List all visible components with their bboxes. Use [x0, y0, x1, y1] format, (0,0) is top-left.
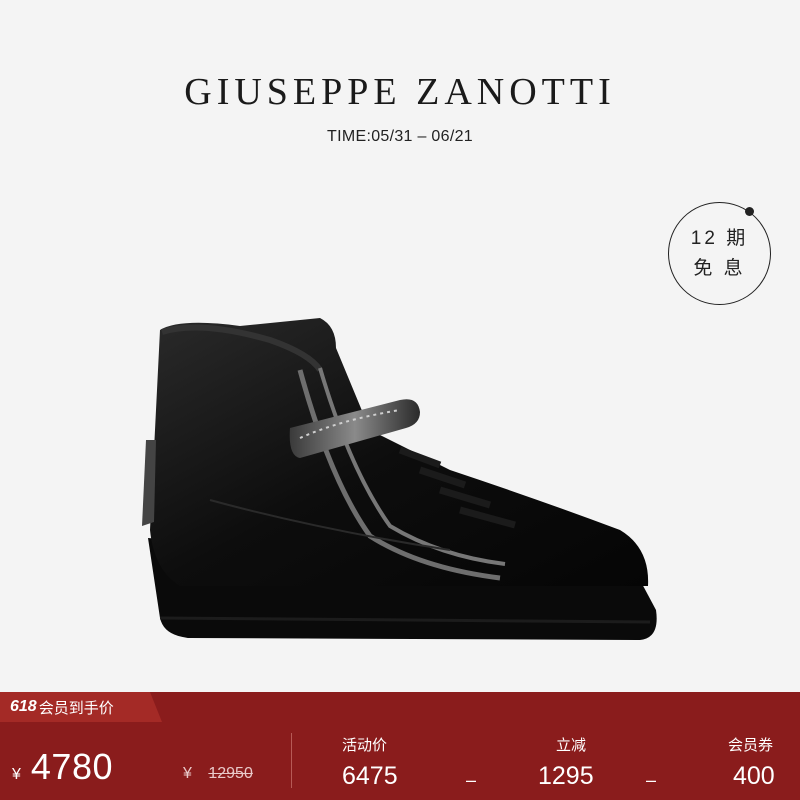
installment-line1: 12 期: [690, 227, 749, 249]
original-price: ¥ 12950: [183, 765, 253, 783]
installment-line2: 免 息: [693, 257, 746, 279]
instant-discount-label: 立减: [556, 737, 587, 754]
member-tag-number: 618: [10, 698, 37, 715]
badge-dot: [745, 207, 754, 216]
member-coupon-value: 400: [733, 762, 775, 790]
final-price-value: 4780: [30, 746, 113, 787]
member-price-tag: 618 会员到手价: [0, 692, 162, 722]
sneaker-upper: [150, 318, 649, 586]
minus-sign-1: –: [466, 770, 477, 790]
member-coupon-label: 会员券: [728, 737, 774, 754]
member-tag-text: 会员到手价: [38, 699, 114, 717]
activity-price-value: 6475: [342, 762, 398, 790]
original-price-currency: ¥: [183, 765, 192, 782]
activity-price-label: 活动价: [342, 737, 388, 754]
original-price-value: 12950: [208, 765, 253, 782]
final-price-currency: ¥: [12, 766, 21, 783]
heel-zip-pull: [142, 440, 156, 526]
installment-badge: 12 期 免 息: [668, 202, 771, 305]
final-price: ¥ 4780: [12, 746, 113, 788]
product-image-sneaker: [142, 318, 657, 640]
brand-logo: GIUSEPPE ZANOTTI: [184, 71, 616, 113]
instant-discount-value: 1295: [538, 762, 594, 790]
promo-time: TIME:05/31 – 06/21: [327, 128, 473, 145]
price-divider: [291, 733, 292, 788]
minus-sign-2: –: [646, 770, 657, 790]
